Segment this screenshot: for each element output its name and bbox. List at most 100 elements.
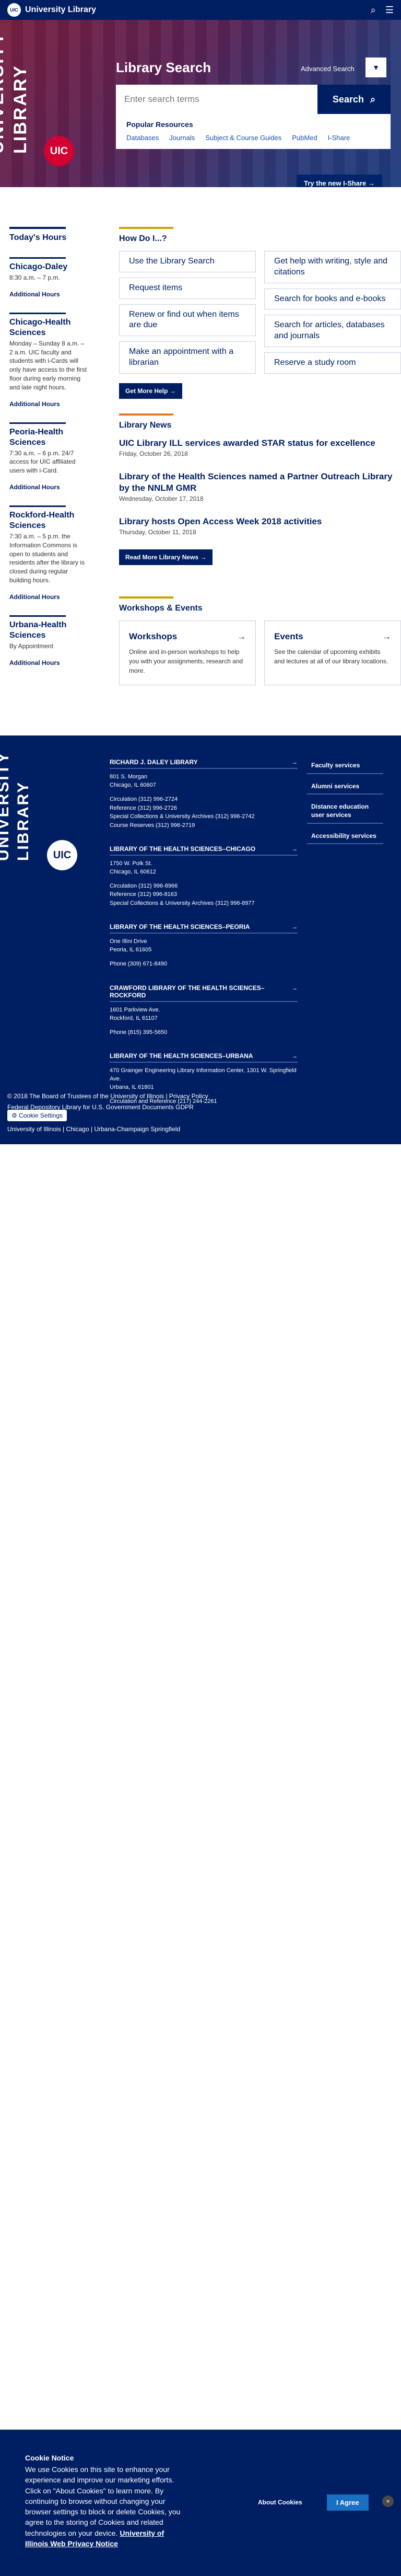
phone-line: Reference (312) 996-8163 bbox=[110, 891, 178, 898]
hours-location: Chicago-Health Sciences Monday – Sunday … bbox=[9, 312, 89, 408]
additional-hours-link[interactable]: Additional Hours bbox=[9, 593, 89, 601]
divider bbox=[9, 615, 66, 617]
location-name[interactable]: Chicago-Daley bbox=[9, 262, 89, 272]
divider bbox=[9, 312, 66, 314]
campus-link[interactable]: Urbana-Champaign Springfield bbox=[94, 1125, 180, 1133]
advanced-search-link[interactable]: Advanced Search bbox=[301, 65, 355, 73]
get-more-help-label: Get More Help bbox=[125, 387, 168, 395]
service-link[interactable]: Alumni services bbox=[307, 779, 383, 795]
how-do-i-link[interactable]: Use the Library Search bbox=[119, 251, 256, 272]
how-do-i-link[interactable]: Search for articles, databases and journ… bbox=[264, 315, 401, 347]
how-do-i-link[interactable]: Make an appointment with a librarian bbox=[119, 341, 256, 374]
uic-logo[interactable]: UIC bbox=[7, 3, 21, 17]
divider bbox=[9, 257, 66, 259]
events-card[interactable]: Events → See the calendar of upcoming exh… bbox=[264, 620, 401, 686]
events-title: Workshops & Events bbox=[119, 604, 203, 613]
how-do-i-link[interactable]: Renew or find out when items are due bbox=[119, 304, 256, 337]
location-hours: By Appointment bbox=[9, 642, 54, 650]
cookie-settings-button[interactable]: ⚙ Cookie Settings bbox=[7, 1110, 67, 1122]
get-more-help-button[interactable]: Get More Help → bbox=[119, 383, 182, 399]
news-headline[interactable]: UIC Library ILL services awarded STAR st… bbox=[119, 438, 375, 448]
site-title[interactable]: University Library bbox=[25, 5, 96, 15]
divider bbox=[9, 505, 66, 507]
address-line: Peoria, IL 61605 bbox=[110, 947, 152, 953]
card-description: Online and in-person workshops to help y… bbox=[129, 648, 243, 675]
library-name-link[interactable]: Crawford Library of the Health Sciences–… bbox=[110, 984, 298, 1002]
additional-hours-link[interactable]: Additional Hours bbox=[9, 400, 89, 408]
arrow-right-icon: → bbox=[237, 631, 246, 642]
popular-link[interactable]: Journals bbox=[169, 134, 195, 142]
phone-line: Circulation (312) 996-8966 bbox=[110, 882, 178, 889]
card-title: Workshops bbox=[129, 631, 178, 642]
phone-line: Circulation (312) 996-2724 bbox=[110, 796, 178, 803]
library-location: Library of the Health Sciences–Peoria → O… bbox=[110, 923, 298, 968]
how-do-i-link[interactable]: Request items bbox=[119, 277, 256, 299]
workshops-card[interactable]: Workshops → Online and in-person workshop… bbox=[119, 620, 256, 686]
additional-hours-link[interactable]: Additional Hours bbox=[9, 291, 89, 298]
read-more-news-button[interactable]: Read More Library News → bbox=[119, 549, 213, 566]
chevron-down-icon[interactable]: ▼ bbox=[365, 58, 386, 77]
how-do-i-grid: Use the Library Search Request items Ren… bbox=[119, 251, 401, 374]
additional-hours-link[interactable]: Additional Hours bbox=[9, 659, 89, 666]
library-name-link[interactable]: Richard J. Daley Library → bbox=[110, 758, 298, 769]
service-link[interactable]: Distance education user services bbox=[307, 800, 383, 824]
how-do-i-link[interactable]: Get help with writing, style and citatio… bbox=[264, 251, 401, 283]
library-name-link[interactable]: Library of the Health Sciences–Peoria → bbox=[110, 923, 298, 934]
arrow-right-icon: → bbox=[291, 845, 298, 853]
location-name[interactable]: Rockford-Health Sciences bbox=[9, 510, 89, 531]
library-news: Library News UIC Library ILL services aw… bbox=[119, 413, 401, 566]
popular-link[interactable]: I-Share bbox=[328, 134, 350, 142]
uic-badge: UIC bbox=[44, 136, 74, 166]
location-hours: 7:30 a.m. – 6 p.m. 24/7 access for UIC a… bbox=[9, 449, 76, 475]
search-button[interactable]: Search ⌕ bbox=[317, 85, 391, 114]
location-name[interactable]: Urbana-Health Sciences bbox=[9, 620, 89, 641]
library-name: Library of the Health Sciences–Chicago bbox=[110, 845, 256, 853]
library-name: Richard J. Daley Library bbox=[110, 758, 198, 766]
library-name-link[interactable]: Library of the Health Sciences–Chicago → bbox=[110, 845, 298, 856]
address-line: Chicago, IL 60607 bbox=[110, 782, 156, 789]
close-icon[interactable]: × bbox=[382, 2496, 394, 2507]
library-address: 1750 W. Polk St. Chicago, IL 60612 bbox=[110, 860, 298, 877]
about-cookies-link[interactable]: About Cookies bbox=[258, 2499, 302, 2506]
library-phones: Circulation (312) 996-2724 Reference (31… bbox=[110, 795, 298, 830]
i-agree-button[interactable]: I Agree bbox=[327, 2494, 369, 2511]
additional-hours-link[interactable]: Additional Hours bbox=[9, 484, 89, 491]
wordmark-university: UNIVERSITY bbox=[0, 31, 7, 154]
how-do-i-link[interactable]: Reserve a study room bbox=[264, 352, 401, 374]
library-name-link[interactable]: Library of the Health Sciences–Urbana → bbox=[110, 1052, 298, 1063]
popular-link[interactable]: Subject & Course Guides bbox=[205, 134, 281, 142]
search-icon[interactable]: ⌕ bbox=[371, 5, 376, 16]
location-hours: Monday – Sunday 8 a.m. – 2 a.m. UIC facu… bbox=[9, 339, 87, 391]
news-headline[interactable]: Library of the Health Sciences named a P… bbox=[119, 472, 392, 493]
address-line: 1750 W. Polk St. bbox=[110, 860, 152, 867]
how-do-i-title: How Do I...? bbox=[119, 234, 167, 243]
divider bbox=[119, 227, 173, 229]
how-do-i-right-column: Get help with writing, style and citatio… bbox=[264, 251, 401, 374]
workshops-events: Workshops & Events Workshops → Online and… bbox=[119, 596, 401, 686]
legal-text: © 2018 The Board of Trustees of the Univ… bbox=[7, 1092, 208, 1111]
location-name[interactable]: Chicago-Health Sciences bbox=[9, 317, 89, 338]
address-line: 1601 Parkview Ave. bbox=[110, 1006, 160, 1013]
service-link[interactable]: Accessibility services bbox=[307, 829, 383, 845]
campus-link[interactable]: Chicago bbox=[66, 1125, 89, 1133]
news-headline[interactable]: Library hosts Open Access Week 2018 acti… bbox=[119, 516, 322, 526]
search-input[interactable]: Enter search terms bbox=[116, 85, 317, 114]
news-title: Library News bbox=[119, 420, 172, 430]
menu-icon[interactable]: ☰ bbox=[385, 5, 394, 16]
card-description: See the calendar of upcoming exhibits an… bbox=[274, 648, 388, 665]
divider bbox=[119, 596, 173, 599]
popular-link[interactable]: PubMed bbox=[292, 134, 317, 142]
address-line: 470 Grainger Engineering Library Informa… bbox=[110, 1067, 297, 1083]
how-do-i-link[interactable]: Search for books and e-books bbox=[264, 288, 401, 310]
popular-link[interactable]: Databases bbox=[126, 134, 159, 142]
campus-link[interactable]: University of Illinois bbox=[7, 1125, 61, 1133]
library-name: Library of the Health Sciences–Urbana bbox=[110, 1052, 253, 1060]
popular-resources-title: Popular Resources bbox=[126, 120, 193, 129]
library-location: Crawford Library of the Health Sciences–… bbox=[110, 984, 298, 1037]
service-link[interactable]: Faculty services bbox=[307, 758, 383, 774]
location-hours: 8:30 a.m. – 7 p.m. bbox=[9, 274, 60, 281]
try-ishare-button[interactable]: Try the new I-Share → bbox=[297, 175, 382, 187]
arrow-right-icon: → bbox=[291, 984, 298, 992]
location-name[interactable]: Peoria-Health Sciences bbox=[9, 427, 89, 448]
privacy-policy-link[interactable]: Privacy Policy bbox=[169, 1092, 208, 1100]
